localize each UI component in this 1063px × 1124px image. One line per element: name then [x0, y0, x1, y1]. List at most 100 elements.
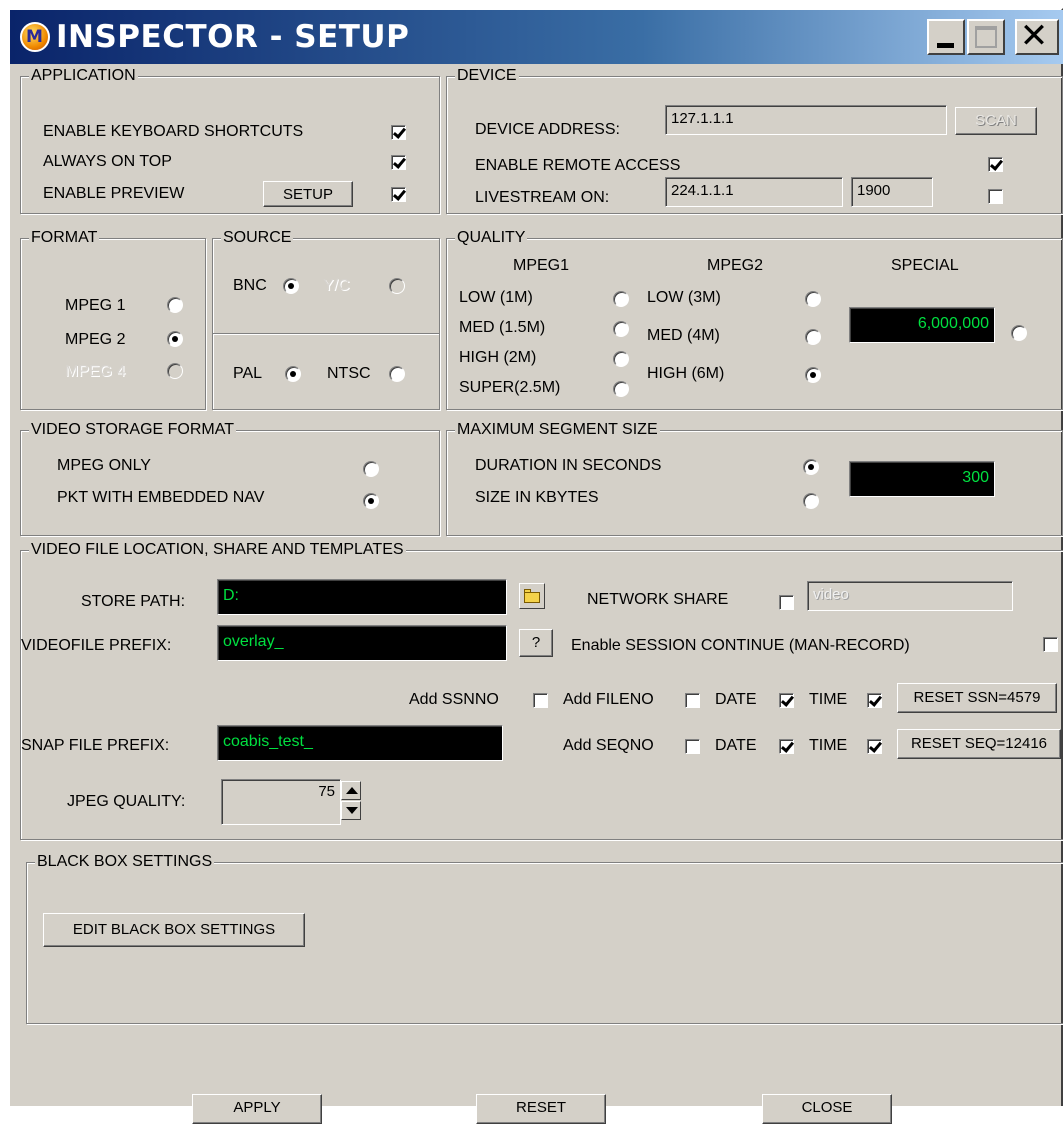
livestream-ip-input[interactable]: 224.1.1.1: [665, 177, 843, 207]
source-group: SOURCE BNC Y/C PAL NTSC: [212, 229, 440, 410]
segment-size-input[interactable]: 300: [849, 461, 995, 497]
session-continue-label: Enable SESSION CONTINUE (MAN-RECORD): [571, 637, 910, 654]
videofile-prefix-label: VIDEOFILE PREFIX:: [21, 637, 172, 654]
format-mpeg1-radio[interactable]: [167, 297, 183, 313]
quality-mpeg1-high-label: HIGH (2M): [459, 349, 537, 366]
snap-date-label: DATE: [715, 737, 757, 754]
browse-folder-button[interactable]: [519, 583, 545, 609]
application-legend: APPLICATION: [29, 67, 138, 85]
quality-mpeg2-high-label: HIGH (6M): [647, 365, 725, 382]
livestream-checkbox[interactable]: [988, 189, 1003, 204]
close-button[interactable]: CLOSE: [762, 1094, 892, 1124]
add-fileno-checkbox[interactable]: [685, 693, 700, 708]
help-button[interactable]: ?: [519, 629, 553, 657]
mpeg1-header: MPEG1: [513, 257, 570, 274]
yc-radio[interactable]: [389, 278, 405, 294]
quality-mpeg1-super-radio[interactable]: [613, 381, 629, 397]
scan-button[interactable]: SCAN: [955, 107, 1037, 135]
edit-blackbox-button[interactable]: EDIT BLACK BOX SETTINGS: [43, 913, 305, 947]
quality-mpeg1-med-label: MED (1.5M): [459, 319, 546, 336]
quality-mpeg1-med-radio[interactable]: [613, 321, 629, 337]
quality-mpeg1-low-radio[interactable]: [613, 291, 629, 307]
session-continue-checkbox[interactable]: [1043, 637, 1058, 652]
store-path-label: STORE PATH:: [81, 593, 186, 610]
quality-group: QUALITY MPEG1 MPEG2 SPECIAL LOW (1M) MED…: [446, 229, 1063, 410]
duration-radio[interactable]: [803, 459, 819, 475]
mpeg-only-radio[interactable]: [363, 461, 379, 477]
application-group: APPLICATION ENABLE KEYBOARD SHORTCUTS AL…: [20, 67, 440, 214]
close-icon: ✕: [1019, 16, 1049, 56]
setup-window: INSPECTOR - SETUP ✕ APPLICATION ENABLE K…: [8, 8, 1063, 1124]
files-legend: VIDEO FILE LOCATION, SHARE AND TEMPLATES: [29, 541, 406, 559]
special-bitrate-input[interactable]: 6,000,000: [849, 307, 995, 343]
maximize-button[interactable]: [967, 19, 1005, 55]
close-window-button[interactable]: ✕: [1015, 16, 1059, 56]
video-time-checkbox[interactable]: [867, 693, 882, 708]
jpeg-quality-input[interactable]: 75: [221, 779, 341, 825]
blackbox-group: BLACK BOX SETTINGS EDIT BLACK BOX SETTIN…: [26, 853, 1063, 1024]
pal-radio[interactable]: [285, 366, 301, 382]
bnc-radio[interactable]: [283, 278, 299, 294]
format-group: FORMAT MPEG 1 MPEG 2 MPEG 4: [20, 229, 206, 410]
video-time-label: TIME: [809, 691, 848, 708]
enable-preview-label: ENABLE PREVIEW: [43, 185, 185, 202]
quality-mpeg2-low-radio[interactable]: [805, 291, 821, 307]
quality-mpeg2-low-label: LOW (3M): [647, 289, 721, 306]
videofile-prefix-input[interactable]: overlay_: [217, 625, 507, 661]
size-kbytes-radio[interactable]: [803, 493, 819, 509]
add-fileno-label: Add FILENO: [563, 691, 654, 708]
format-option-mpeg2-label: MPEG 2: [65, 331, 126, 348]
format-mpeg2-radio[interactable]: [167, 331, 183, 347]
always-on-top-checkbox[interactable]: [391, 155, 406, 170]
quality-mpeg1-high-radio[interactable]: [613, 351, 629, 367]
storage-legend: VIDEO STORAGE FORMAT: [29, 421, 236, 439]
ntsc-radio[interactable]: [389, 366, 405, 382]
network-share-checkbox[interactable]: [779, 595, 794, 610]
yc-label: Y/C: [323, 277, 350, 294]
jpeg-quality-down-button[interactable]: [341, 801, 361, 820]
device-address-label: DEVICE ADDRESS:: [475, 121, 620, 138]
size-kbytes-label: SIZE IN KBYTES: [475, 489, 599, 506]
format-mpeg4-radio[interactable]: [167, 363, 183, 379]
store-path-input[interactable]: D:: [217, 579, 507, 615]
add-seqno-checkbox[interactable]: [685, 739, 700, 754]
livestream-port-input[interactable]: 1900: [851, 177, 933, 207]
add-ssnno-checkbox[interactable]: [533, 693, 548, 708]
preview-setup-button[interactable]: SETUP: [263, 181, 353, 207]
source-legend: SOURCE: [221, 229, 294, 247]
add-seqno-label: Add SEQNO: [563, 737, 654, 754]
reset-seq-button[interactable]: RESET SEQ=12416: [897, 729, 1061, 759]
snap-time-label: TIME: [809, 737, 848, 754]
storage-group: VIDEO STORAGE FORMAT MPEG ONLY PKT WITH …: [20, 421, 440, 536]
minimize-button[interactable]: [927, 19, 965, 55]
quality-special-radio[interactable]: [1011, 325, 1027, 341]
snap-prefix-label: SNAP FILE PREFIX:: [21, 737, 170, 754]
remote-access-checkbox[interactable]: [988, 157, 1003, 172]
blackbox-legend: BLACK BOX SETTINGS: [35, 853, 215, 871]
segment-legend: MAXIMUM SEGMENT SIZE: [455, 421, 660, 439]
enable-preview-checkbox[interactable]: [391, 187, 406, 202]
device-legend: DEVICE: [455, 67, 519, 85]
jpeg-quality-label: JPEG QUALITY:: [67, 793, 186, 810]
network-share-input[interactable]: video: [807, 581, 1013, 611]
format-option-mpeg4-label: MPEG 4: [65, 363, 126, 380]
title-bar[interactable]: INSPECTOR - SETUP ✕: [10, 10, 1063, 64]
snap-prefix-input[interactable]: coabis_test_: [217, 725, 503, 761]
format-option-mpeg1-label: MPEG 1: [65, 297, 126, 314]
add-ssnno-label: Add SSNNO: [409, 691, 499, 708]
top-edge-strip: [0, 0, 1063, 8]
pkt-nav-radio[interactable]: [363, 493, 379, 509]
apply-button[interactable]: APPLY: [192, 1094, 322, 1124]
quality-legend: QUALITY: [455, 229, 528, 247]
device-address-input[interactable]: 127.1.1.1: [665, 105, 947, 135]
snap-time-checkbox[interactable]: [867, 739, 882, 754]
quality-mpeg2-high-radio[interactable]: [805, 367, 821, 383]
video-date-checkbox[interactable]: [779, 693, 794, 708]
keyboard-shortcuts-checkbox[interactable]: [391, 125, 406, 140]
special-header: SPECIAL: [891, 257, 959, 274]
jpeg-quality-up-button[interactable]: [341, 781, 361, 800]
reset-button[interactable]: RESET: [476, 1094, 606, 1124]
quality-mpeg2-med-radio[interactable]: [805, 329, 821, 345]
snap-date-checkbox[interactable]: [779, 739, 794, 754]
reset-ssn-button[interactable]: RESET SSN=4579: [897, 683, 1057, 713]
